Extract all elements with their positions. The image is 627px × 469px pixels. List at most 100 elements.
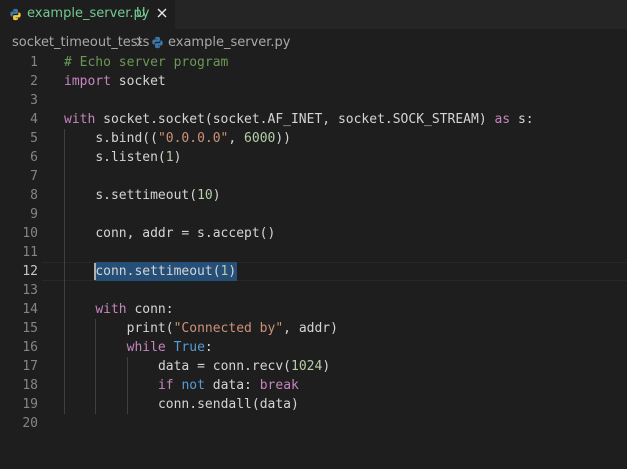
line-number: 14 bbox=[22, 302, 38, 317]
indent-guide bbox=[64, 395, 65, 414]
code-line[interactable]: 5 s.bind(("0.0.0.0", 6000)) bbox=[0, 129, 627, 148]
line-number: 2 bbox=[30, 74, 38, 89]
indent-guide bbox=[64, 129, 65, 148]
code-token: 10 bbox=[197, 188, 213, 203]
code-line[interactable]: 2 import socket bbox=[0, 72, 627, 91]
line-number: 4 bbox=[30, 112, 38, 127]
code-line[interactable]: 18 if not data: break bbox=[0, 376, 627, 395]
code-line[interactable]: 20 bbox=[0, 414, 627, 433]
code-line[interactable]: 12 conn.settimeout(1) bbox=[0, 262, 627, 281]
code-token: ) bbox=[228, 264, 237, 279]
code-text: print("Connected by", addr) bbox=[127, 319, 338, 338]
code-token: conn.settimeout( bbox=[95, 264, 221, 279]
code-token: )) bbox=[275, 131, 292, 146]
code-token: s.bind(( bbox=[95, 131, 158, 146]
code-text: s.bind(("0.0.0.0", 6000)) bbox=[95, 129, 291, 148]
code-line[interactable]: 16 while True: bbox=[0, 338, 627, 357]
code-token: # Echo server program bbox=[64, 55, 229, 70]
code-line[interactable]: 1 # Echo server program bbox=[0, 53, 627, 72]
line-number: 1 bbox=[30, 55, 38, 70]
code-text: import socket bbox=[64, 72, 166, 91]
line-number: 17 bbox=[22, 359, 38, 374]
code-line[interactable]: 19 conn.sendall(data) bbox=[0, 395, 627, 414]
code-token: s: bbox=[510, 112, 534, 127]
code-text: with socket.socket(socket.AF_INET, socke… bbox=[64, 110, 534, 129]
code-line[interactable]: 8 s.settimeout(10) bbox=[0, 186, 627, 205]
line-number: 12 bbox=[22, 264, 38, 279]
indent-guide bbox=[64, 243, 65, 262]
line-number: 3 bbox=[30, 93, 38, 108]
code-token: 6000 bbox=[244, 131, 276, 146]
code-token: if bbox=[157, 378, 174, 393]
breadcrumb-file[interactable]: example_server.py bbox=[168, 35, 291, 50]
chevron-right-icon bbox=[136, 37, 142, 47]
code-line[interactable]: 9 bbox=[0, 205, 627, 224]
close-icon[interactable] bbox=[154, 5, 170, 21]
code-token: conn: bbox=[126, 302, 174, 317]
code-line[interactable]: 17 data = conn.recv(1024) bbox=[0, 357, 627, 376]
indent-guide bbox=[64, 148, 65, 167]
indent-guide bbox=[64, 338, 65, 357]
code-line[interactable]: 6 s.listen(1) bbox=[0, 148, 627, 167]
indent-guide bbox=[95, 338, 97, 357]
code-text: if not data: break bbox=[158, 376, 299, 395]
code-token: with bbox=[64, 112, 96, 127]
indent-guide bbox=[64, 300, 65, 319]
code-token: break bbox=[259, 378, 299, 393]
python-file-icon bbox=[152, 36, 163, 49]
code-token: 1024 bbox=[291, 359, 323, 374]
code-text: s.settimeout(10) bbox=[95, 186, 220, 205]
line-number: 6 bbox=[30, 150, 38, 165]
code-token: as bbox=[494, 112, 511, 127]
code-line[interactable]: 15 print("Connected by", addr) bbox=[0, 319, 627, 338]
code-token: s.listen( bbox=[95, 150, 166, 165]
code-token: True bbox=[173, 340, 205, 355]
indent-guide bbox=[126, 376, 128, 395]
code-text: while True: bbox=[127, 338, 213, 357]
indent-guide bbox=[64, 205, 65, 224]
code-text: # Echo server program bbox=[64, 53, 228, 72]
code-token: while bbox=[126, 340, 166, 355]
code-line[interactable]: 4 with socket.socket(socket.AF_INET, sock… bbox=[0, 110, 627, 129]
code-token: : bbox=[204, 340, 213, 355]
line-number: 5 bbox=[30, 131, 38, 146]
code-text: conn.sendall(data) bbox=[158, 395, 299, 414]
git-untracked-badge: U bbox=[136, 6, 146, 21]
code-token: socket.socket(socket.AF_INET, socket.SOC… bbox=[95, 112, 495, 127]
breadcrumb-folder[interactable]: socket_timeout_tests bbox=[12, 35, 149, 50]
breadcrumb: socket_timeout_tests example_server.py bbox=[0, 29, 627, 55]
text-cursor bbox=[94, 263, 97, 280]
code-line[interactable]: 10 conn, addr = s.accept() bbox=[0, 224, 627, 243]
line-number: 19 bbox=[22, 397, 38, 412]
code-editor[interactable]: 1 # Echo server program 2 import socket 3 4 wi… bbox=[0, 53, 627, 469]
line-number: 18 bbox=[22, 378, 38, 393]
line-number: 7 bbox=[30, 169, 38, 184]
code-text: with conn: bbox=[95, 300, 173, 319]
indent-guide bbox=[126, 395, 128, 414]
indent-guide bbox=[64, 186, 65, 205]
indent-guide bbox=[95, 357, 97, 376]
indent-guide bbox=[64, 319, 65, 338]
code-line[interactable]: 14 with conn: bbox=[0, 300, 627, 319]
line-number: 11 bbox=[22, 245, 38, 260]
code-token: not bbox=[181, 378, 205, 393]
code-token: , bbox=[228, 131, 245, 146]
code-token: s.settimeout( bbox=[95, 188, 198, 203]
line-number: 15 bbox=[22, 321, 38, 336]
code-line[interactable]: 11 bbox=[0, 243, 627, 262]
code-token: ) bbox=[212, 188, 221, 203]
indent-guide bbox=[95, 395, 97, 414]
indent-guide bbox=[64, 224, 65, 243]
tab-example-server[interactable]: example_server.py U bbox=[0, 0, 175, 29]
line-number: 20 bbox=[22, 416, 38, 431]
line-number: 13 bbox=[22, 283, 38, 298]
code-line[interactable]: 3 bbox=[0, 91, 627, 110]
code-token: conn.sendall(data) bbox=[157, 397, 299, 412]
tab-bar: example_server.py U bbox=[0, 0, 627, 29]
code-token: socket bbox=[110, 74, 166, 89]
indent-guide bbox=[64, 262, 65, 281]
code-line[interactable]: 7 bbox=[0, 167, 627, 186]
code-line[interactable]: 13 bbox=[0, 281, 627, 300]
line-number: 10 bbox=[22, 226, 38, 241]
